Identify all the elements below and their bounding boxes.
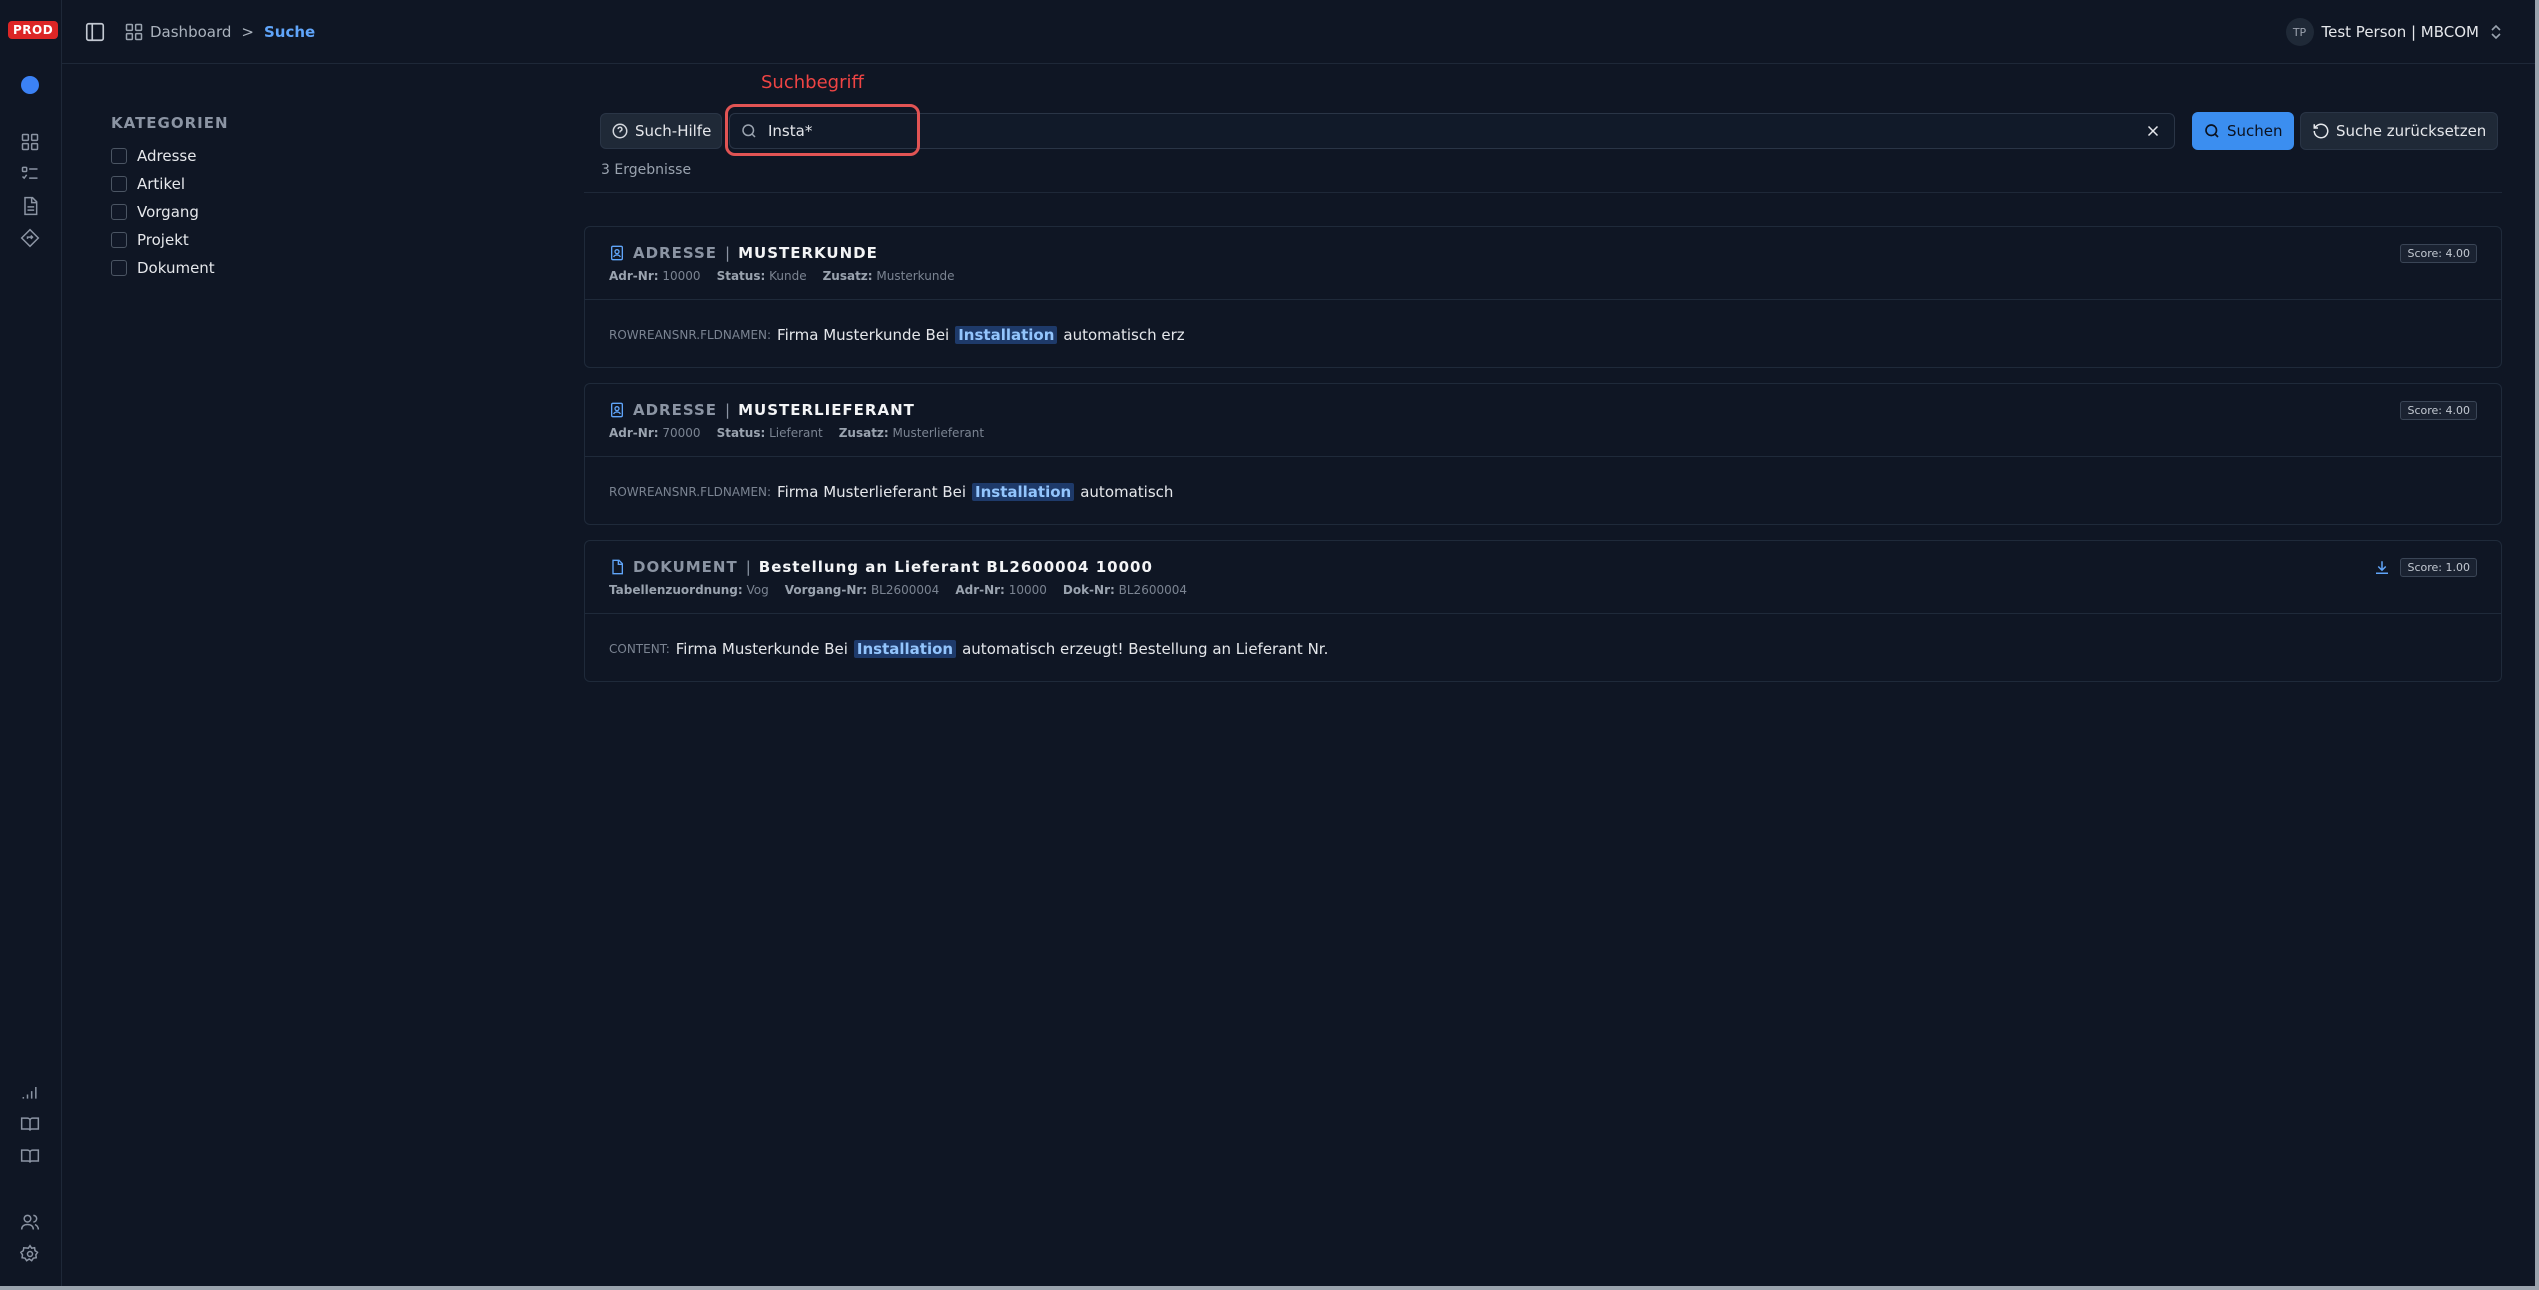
category-filter: KATEGORIEN Adresse Artikel Vorgang Proje…	[111, 114, 411, 282]
status-indicator[interactable]	[21, 76, 39, 94]
help-circle-icon	[612, 123, 628, 139]
result-card[interactable]: ADRESSE | MUSTERLIEFERANT Adr-Nr: 70000 …	[584, 383, 2502, 525]
address-book-icon	[611, 402, 623, 418]
address-book-icon	[611, 245, 623, 261]
chevron-up-down-icon	[2491, 24, 2501, 40]
result-card[interactable]: DOKUMENT | Bestellung an Lieferant BL260…	[584, 540, 2502, 682]
result-type-separator: |	[725, 244, 731, 262]
search-highlight: Installation	[853, 640, 957, 658]
category-vorgang[interactable]: Vorgang	[111, 198, 411, 226]
result-type-separator: |	[725, 401, 731, 419]
search-help-button[interactable]: Such-Hilfe	[600, 113, 723, 149]
reset-search-button[interactable]: Suche zurücksetzen	[2300, 112, 2499, 150]
user-name: Test Person | MBCOM	[2321, 23, 2480, 41]
book-open-icon[interactable]	[19, 1113, 41, 1135]
result-meta: Adr-Nr: 70000 Status: Lieferant Zusatz: …	[609, 426, 985, 440]
checkbox[interactable]	[111, 204, 127, 220]
category-projekt[interactable]: Projekt	[111, 226, 411, 254]
result-type: DOKUMENT	[633, 558, 738, 576]
result-name: MUSTERKUNDE	[738, 244, 878, 262]
checkbox[interactable]	[111, 176, 127, 192]
divider	[584, 192, 2502, 193]
users-icon[interactable]	[19, 1211, 41, 1233]
list-check-icon[interactable]	[19, 163, 41, 185]
result-snippet: ROWREANSNR.FLDNAMEN: Firma Musterliefera…	[609, 483, 1174, 501]
result-meta: Adr-Nr: 10000 Status: Kunde Zusatz: Must…	[609, 269, 955, 283]
checkbox[interactable]	[111, 232, 127, 248]
document-icon[interactable]	[19, 195, 41, 217]
search-icon	[742, 124, 756, 138]
search-icon	[2205, 124, 2219, 138]
category-title: KATEGORIEN	[111, 114, 229, 132]
top-header: Dashboard > Suche TP Test Person | MBCOM	[62, 0, 2535, 64]
breadcrumb: Dashboard > Suche	[124, 20, 315, 44]
result-name: Bestellung an Lieferant BL2600004 10000	[758, 558, 1153, 576]
score-badge: Score: 4.00	[2400, 244, 2477, 263]
signal-bars-icon[interactable]	[19, 1081, 41, 1103]
result-card-header: DOKUMENT | Bestellung an Lieferant BL260…	[585, 541, 2501, 614]
result-name: MUSTERLIEFERANT	[738, 401, 915, 419]
annotation-label: Suchbegriff	[761, 72, 864, 93]
result-card-header: ADRESSE | MUSTERLIEFERANT Adr-Nr: 70000 …	[585, 384, 2501, 457]
snippet-field: ROWREANSNR.FLDNAMEN:	[609, 485, 772, 499]
rotate-ccw-icon	[2313, 123, 2329, 139]
search-input[interactable]	[758, 122, 2144, 140]
close-icon[interactable]	[2144, 122, 2162, 140]
checkbox[interactable]	[111, 260, 127, 276]
breadcrumb-dashboard-link[interactable]: Dashboard	[150, 23, 231, 41]
category-adresse[interactable]: Adresse	[111, 142, 411, 170]
dashboard-icon[interactable]	[19, 131, 41, 153]
category-dokument[interactable]: Dokument	[111, 254, 411, 282]
breadcrumb-separator: >	[241, 23, 254, 41]
settings-gear-icon[interactable]	[19, 1243, 41, 1265]
search-highlight: Installation	[955, 326, 1058, 344]
icon-rail: PROD	[0, 0, 62, 1286]
score-badge: Score: 4.00	[2400, 401, 2477, 420]
result-type: ADRESSE	[633, 401, 718, 419]
score-badge: Score: 1.00	[2400, 558, 2477, 577]
route-icon[interactable]	[19, 227, 41, 249]
snippet-field: CONTENT:	[609, 642, 670, 656]
download-icon[interactable]	[2373, 559, 2391, 577]
user-menu-button[interactable]: TP Test Person | MBCOM	[2285, 18, 2504, 46]
result-snippet: ROWREANSNR.FLDNAMEN: Firma Musterkunde B…	[609, 326, 1185, 344]
sidebar-toggle-icon[interactable]	[84, 21, 106, 43]
snippet-field: ROWREANSNR.FLDNAMEN:	[609, 328, 772, 342]
dashboard-icon	[125, 23, 143, 41]
app-window: PROD Dashboard > Suche TP Test Person | …	[0, 0, 2539, 1290]
file-icon	[612, 559, 623, 575]
search-highlight: Installation	[972, 483, 1075, 501]
result-count: 3 Ergebnisse	[601, 162, 692, 178]
result-title[interactable]: ADRESSE | MUSTERLIEFERANT	[609, 401, 915, 419]
result-type-separator: |	[745, 558, 751, 576]
search-field[interactable]	[729, 113, 2175, 149]
result-card-header: ADRESSE | MUSTERKUNDE Adr-Nr: 10000 Stat…	[585, 227, 2501, 300]
checkbox[interactable]	[111, 148, 127, 164]
result-type: ADRESSE	[633, 244, 718, 262]
result-snippet: CONTENT: Firma Musterkunde Bei Installat…	[609, 640, 1329, 658]
breadcrumb-current: Suche	[263, 23, 316, 41]
result-meta: Tabellenzuordnung: Vog Vorgang-Nr: BL260…	[609, 583, 1188, 597]
search-button[interactable]: Suchen	[2192, 112, 2294, 150]
environment-badge: PROD	[8, 21, 59, 39]
result-card[interactable]: ADRESSE | MUSTERKUNDE Adr-Nr: 10000 Stat…	[584, 226, 2502, 368]
book-icon[interactable]	[19, 1145, 41, 1167]
avatar: TP	[2285, 18, 2314, 46]
result-title[interactable]: ADRESSE | MUSTERKUNDE	[609, 244, 878, 262]
category-artikel[interactable]: Artikel	[111, 170, 411, 198]
result-title[interactable]: DOKUMENT | Bestellung an Lieferant BL260…	[609, 558, 1153, 576]
